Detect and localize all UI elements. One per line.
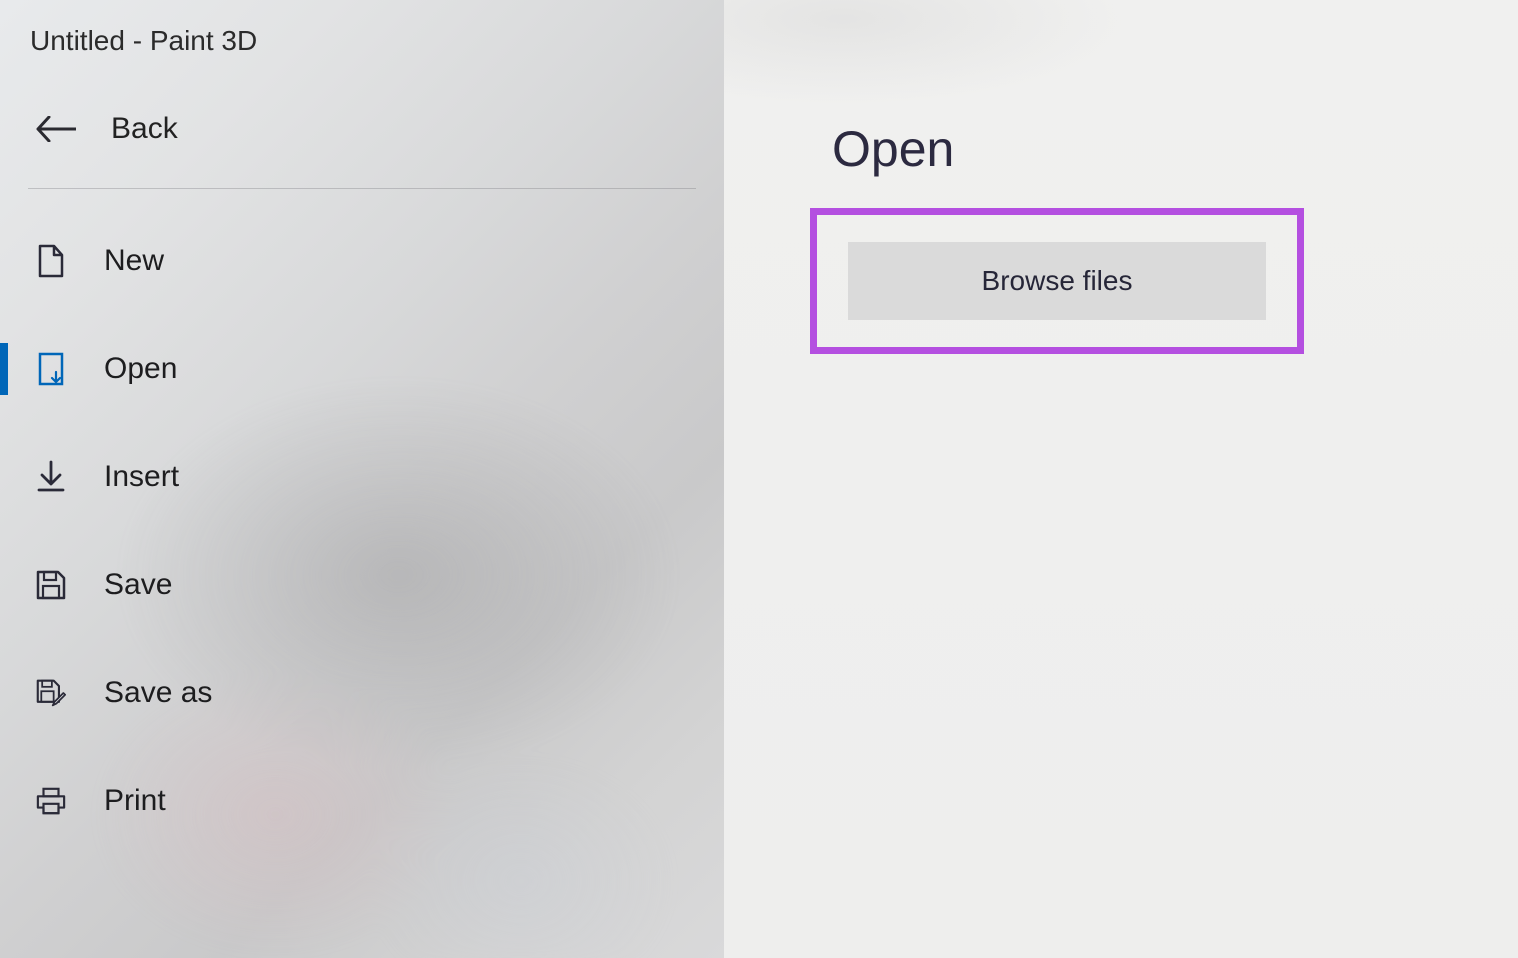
back-button[interactable]: Back: [0, 82, 724, 188]
file-menu-list: New Open: [0, 201, 724, 855]
menu-item-open[interactable]: Open: [0, 315, 724, 423]
back-arrow-icon: [36, 116, 76, 142]
menu-label: New: [104, 244, 164, 278]
browse-files-highlight: Browse files: [810, 208, 1304, 354]
save-icon: [36, 570, 66, 600]
browse-files-button[interactable]: Browse files: [848, 242, 1266, 320]
insert-icon: [36, 460, 66, 494]
menu-label: Print: [104, 784, 166, 818]
file-menu-sidebar: Untitled - Paint 3D Back: [0, 0, 724, 958]
sidebar-content: Untitled - Paint 3D Back: [0, 0, 724, 958]
menu-divider: [28, 188, 696, 189]
document-icon: [36, 244, 66, 278]
window-title: Untitled - Paint 3D: [0, 10, 724, 82]
menu-item-print[interactable]: Print: [0, 747, 724, 855]
panel-heading: Open: [724, 0, 1518, 203]
back-label: Back: [111, 112, 178, 146]
menu-label: Save: [104, 568, 172, 602]
save-as-icon: [36, 677, 66, 709]
menu-item-save[interactable]: Save: [0, 531, 724, 639]
menu-item-save-as[interactable]: Save as: [0, 639, 724, 747]
menu-item-new[interactable]: New: [0, 207, 724, 315]
print-icon: [36, 786, 66, 816]
open-icon: [36, 352, 66, 386]
menu-label: Save as: [104, 676, 212, 710]
menu-label: Open: [104, 352, 177, 386]
app-root: Untitled - Paint 3D Back: [0, 0, 1518, 958]
main-panel: Open Browse files: [724, 0, 1518, 958]
menu-item-insert[interactable]: Insert: [0, 423, 724, 531]
menu-label: Insert: [104, 460, 179, 494]
